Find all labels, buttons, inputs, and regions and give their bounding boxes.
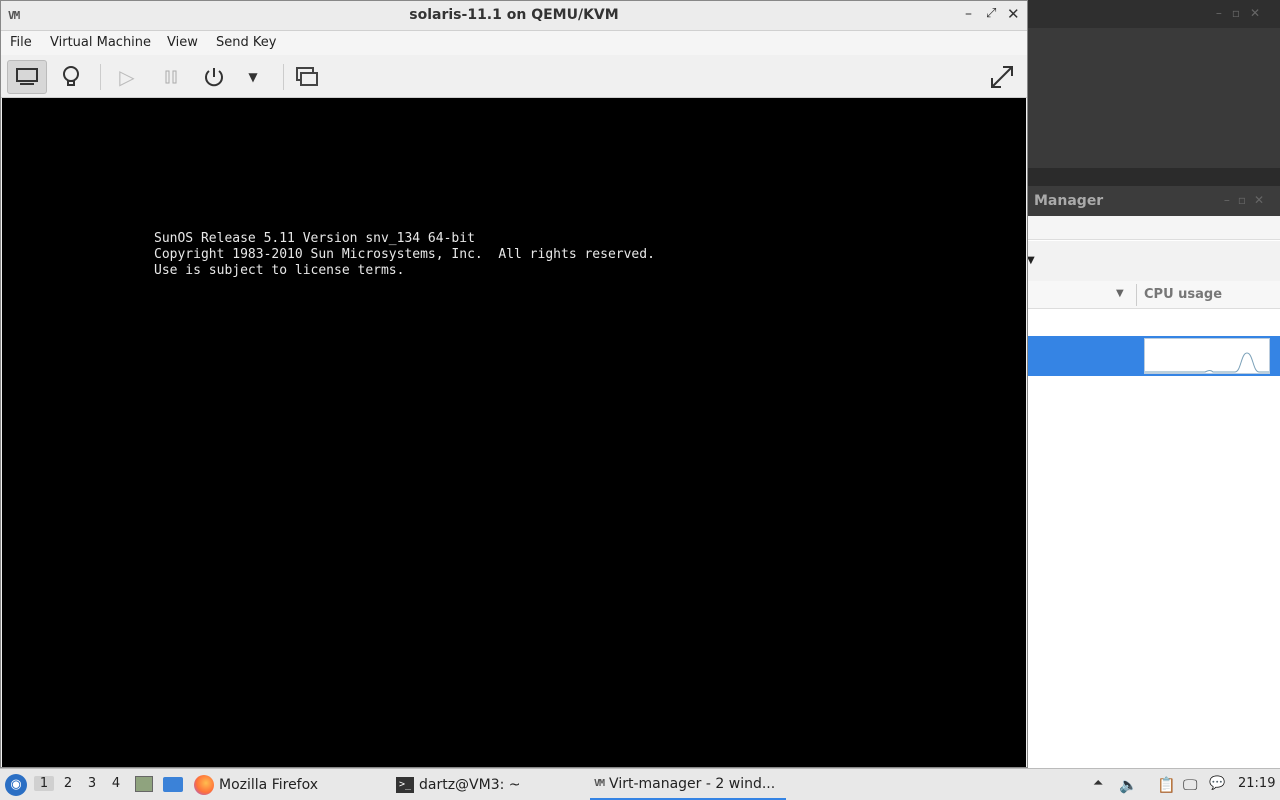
background-browser-titlebar: –▫✕	[1026, 0, 1280, 28]
shutdown-button[interactable]	[194, 60, 234, 94]
start-menu-button[interactable]: ◉	[5, 774, 27, 796]
clipboard-icon[interactable]: 📋	[1157, 776, 1176, 794]
menu-view[interactable]: View	[167, 35, 198, 50]
background-manager-toolbar: ▼	[1026, 241, 1280, 281]
minimize-icon[interactable]: –	[965, 6, 972, 22]
taskbar: ◉ 1 2 3 4 Mozilla Firefox >_ dartz@VM3: …	[0, 768, 1280, 800]
menu-send-key[interactable]: Send Key	[216, 35, 276, 50]
workspace-1[interactable]: 1	[34, 776, 54, 791]
network-icon[interactable]: 🖵	[1183, 776, 1197, 794]
snapshots-icon	[296, 67, 318, 86]
column-dropdown-icon[interactable]: ▼	[1116, 288, 1124, 299]
virt-manager-icon: VM	[594, 778, 605, 789]
monitor-icon	[16, 68, 38, 85]
window-title: solaris-11.1 on QEMU/KVM	[409, 7, 619, 23]
task-label: Virt-manager - 2 wind...	[609, 775, 776, 792]
console-line: SunOS Release 5.11 Version snv_134 64-bi…	[154, 231, 475, 246]
background-browser-window: –▫✕ ⤓ ≡	[1026, 0, 1280, 232]
file-manager-icon[interactable]	[135, 776, 153, 792]
cpu-sparkline	[1145, 352, 1269, 373]
show-console-button[interactable]	[7, 60, 47, 94]
toolbar-separator	[283, 64, 284, 90]
vm-list-row-selected[interactable]	[1026, 336, 1280, 376]
background-manager-column-header: ▼ CPU usage	[1026, 281, 1280, 309]
task-firefox[interactable]: Mozilla Firefox	[194, 769, 318, 800]
folder-icon[interactable]	[163, 777, 183, 792]
show-details-button[interactable]	[51, 60, 91, 94]
console-line: Copyright 1983-2010 Sun Microsystems, In…	[154, 247, 655, 262]
chevron-down-icon[interactable]: ▼	[1027, 255, 1035, 266]
toolbar-separator	[100, 64, 101, 90]
pause-icon	[165, 70, 177, 84]
workspace-4[interactable]: 4	[106, 776, 126, 791]
task-label: Mozilla Firefox	[219, 776, 319, 793]
run-button[interactable]: ▷	[107, 60, 147, 94]
power-icon	[205, 68, 223, 87]
vm-window-titlebar: VM solaris-11.1 on QEMU/KVM – ⤢ ✕	[1, 1, 1027, 31]
menu-file[interactable]: File	[10, 35, 32, 50]
shutdown-menu-button[interactable]: ▼	[233, 60, 273, 94]
notification-icon[interactable]: 💬	[1209, 776, 1225, 791]
cpu-usage-graph	[1144, 338, 1270, 374]
vm-console-window: VM solaris-11.1 on QEMU/KVM – ⤢ ✕ File V…	[0, 0, 1028, 768]
vm-toolbar: ▷ ▼	[1, 56, 1027, 98]
tray-expand-icon[interactable]: ⏶	[1093, 776, 1103, 791]
background-manager-title: Manager	[1034, 193, 1104, 209]
background-manager-titlebar: Manager –▫✕	[1026, 186, 1280, 216]
close-icon[interactable]: ✕	[1007, 5, 1020, 23]
fullscreen-button[interactable]	[982, 60, 1022, 94]
background-manager-menubar	[1026, 216, 1280, 240]
task-virt-manager[interactable]: VM Virt-manager - 2 wind...	[590, 769, 786, 800]
maximize-icon[interactable]: ⤢	[986, 6, 996, 21]
pause-button[interactable]	[151, 60, 191, 94]
volume-icon[interactable]: 🔈	[1119, 776, 1138, 794]
play-icon: ▷	[119, 65, 135, 89]
background-manager-window: Manager –▫✕ ▼ ▼ CPU usage	[1026, 186, 1280, 768]
firefox-icon	[194, 774, 214, 795]
lightbulb-icon	[63, 66, 79, 86]
workspace-3[interactable]: 3	[82, 776, 102, 791]
fullscreen-icon	[991, 66, 1013, 88]
background-window-controls[interactable]: –▫✕	[1216, 6, 1270, 20]
distro-logo-icon: ◉	[10, 777, 22, 792]
console-line: Use is subject to license terms.	[154, 263, 405, 278]
task-label: dartz@VM3: ~	[419, 776, 521, 793]
vm-console-screen[interactable]: SunOS Release 5.11 Version snv_134 64-bi…	[2, 98, 1026, 767]
background-manager-controls[interactable]: –▫✕	[1224, 193, 1272, 207]
terminal-icon: >_	[396, 776, 414, 793]
chevron-down-icon: ▼	[248, 70, 258, 84]
cpu-usage-column-header[interactable]: CPU usage	[1144, 287, 1222, 302]
menu-virtual-machine[interactable]: Virtual Machine	[50, 35, 151, 50]
workspace-2[interactable]: 2	[58, 776, 78, 791]
snapshots-button[interactable]	[287, 60, 327, 94]
clock[interactable]: 21:19	[1238, 776, 1275, 791]
column-divider	[1136, 284, 1137, 306]
vm-menubar: File Virtual Machine View Send Key	[1, 31, 1027, 55]
task-terminal[interactable]: >_ dartz@VM3: ~	[396, 769, 521, 800]
background-browser-toolbar: ⤓ ≡	[1026, 98, 1280, 232]
